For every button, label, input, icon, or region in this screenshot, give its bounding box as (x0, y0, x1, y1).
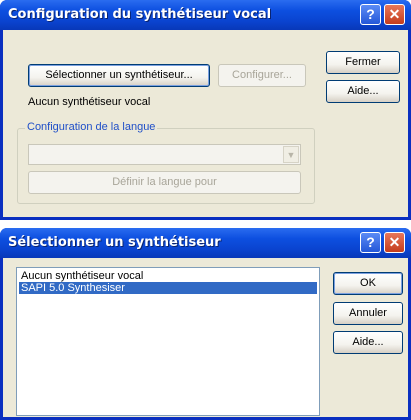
list-item[interactable]: Aucun synthétiseur vocal (19, 270, 317, 282)
list-item[interactable]: SAPI 5.0 Synthesiser (19, 282, 317, 294)
chevron-down-icon[interactable]: ▼ (283, 146, 299, 163)
select-synthesizer-window: Sélectionner un synthétiseur ? ✕ Aucun s… (0, 228, 411, 420)
speech-config-window: Configuration du synthétiseur vocal ? ✕ … (0, 0, 411, 220)
help-button[interactable]: Aide... (333, 331, 403, 354)
configure-button[interactable]: Configurer... (218, 64, 306, 87)
select-synthesizer-body: Aucun synthétiseur vocal SAPI 5.0 Synthe… (3, 258, 408, 417)
help-button[interactable]: Aide... (326, 80, 400, 103)
speech-config-body: Sélectionner un synthétiseur... Configur… (3, 30, 408, 217)
synthesizer-status-text: Aucun synthétiseur vocal (28, 96, 151, 108)
language-combo[interactable]: ▼ (28, 144, 301, 165)
help-icon[interactable]: ? (360, 4, 381, 25)
select-synthesizer-title: Sélectionner un synthétiseur (8, 235, 221, 250)
speech-config-title: Configuration du synthétiseur vocal (8, 7, 272, 22)
close-button[interactable]: Fermer (326, 51, 400, 74)
select-synthesizer-titlebar[interactable]: Sélectionner un synthétiseur ? ✕ (0, 228, 411, 258)
help-icon[interactable]: ? (360, 232, 381, 253)
select-synthesizer-button[interactable]: Sélectionner un synthétiseur... (28, 64, 210, 87)
ok-button[interactable]: OK (333, 272, 403, 295)
language-group-label: Configuration de la langue (25, 121, 158, 133)
close-icon[interactable]: ✕ (384, 4, 405, 25)
synthesizer-list[interactable]: Aucun synthétiseur vocal SAPI 5.0 Synthe… (16, 267, 320, 416)
close-icon[interactable]: ✕ (384, 232, 405, 253)
speech-config-titlebar[interactable]: Configuration du synthétiseur vocal ? ✕ (0, 0, 411, 30)
cancel-button[interactable]: Annuler (333, 302, 403, 325)
set-language-button[interactable]: Définir la langue pour (28, 171, 301, 194)
